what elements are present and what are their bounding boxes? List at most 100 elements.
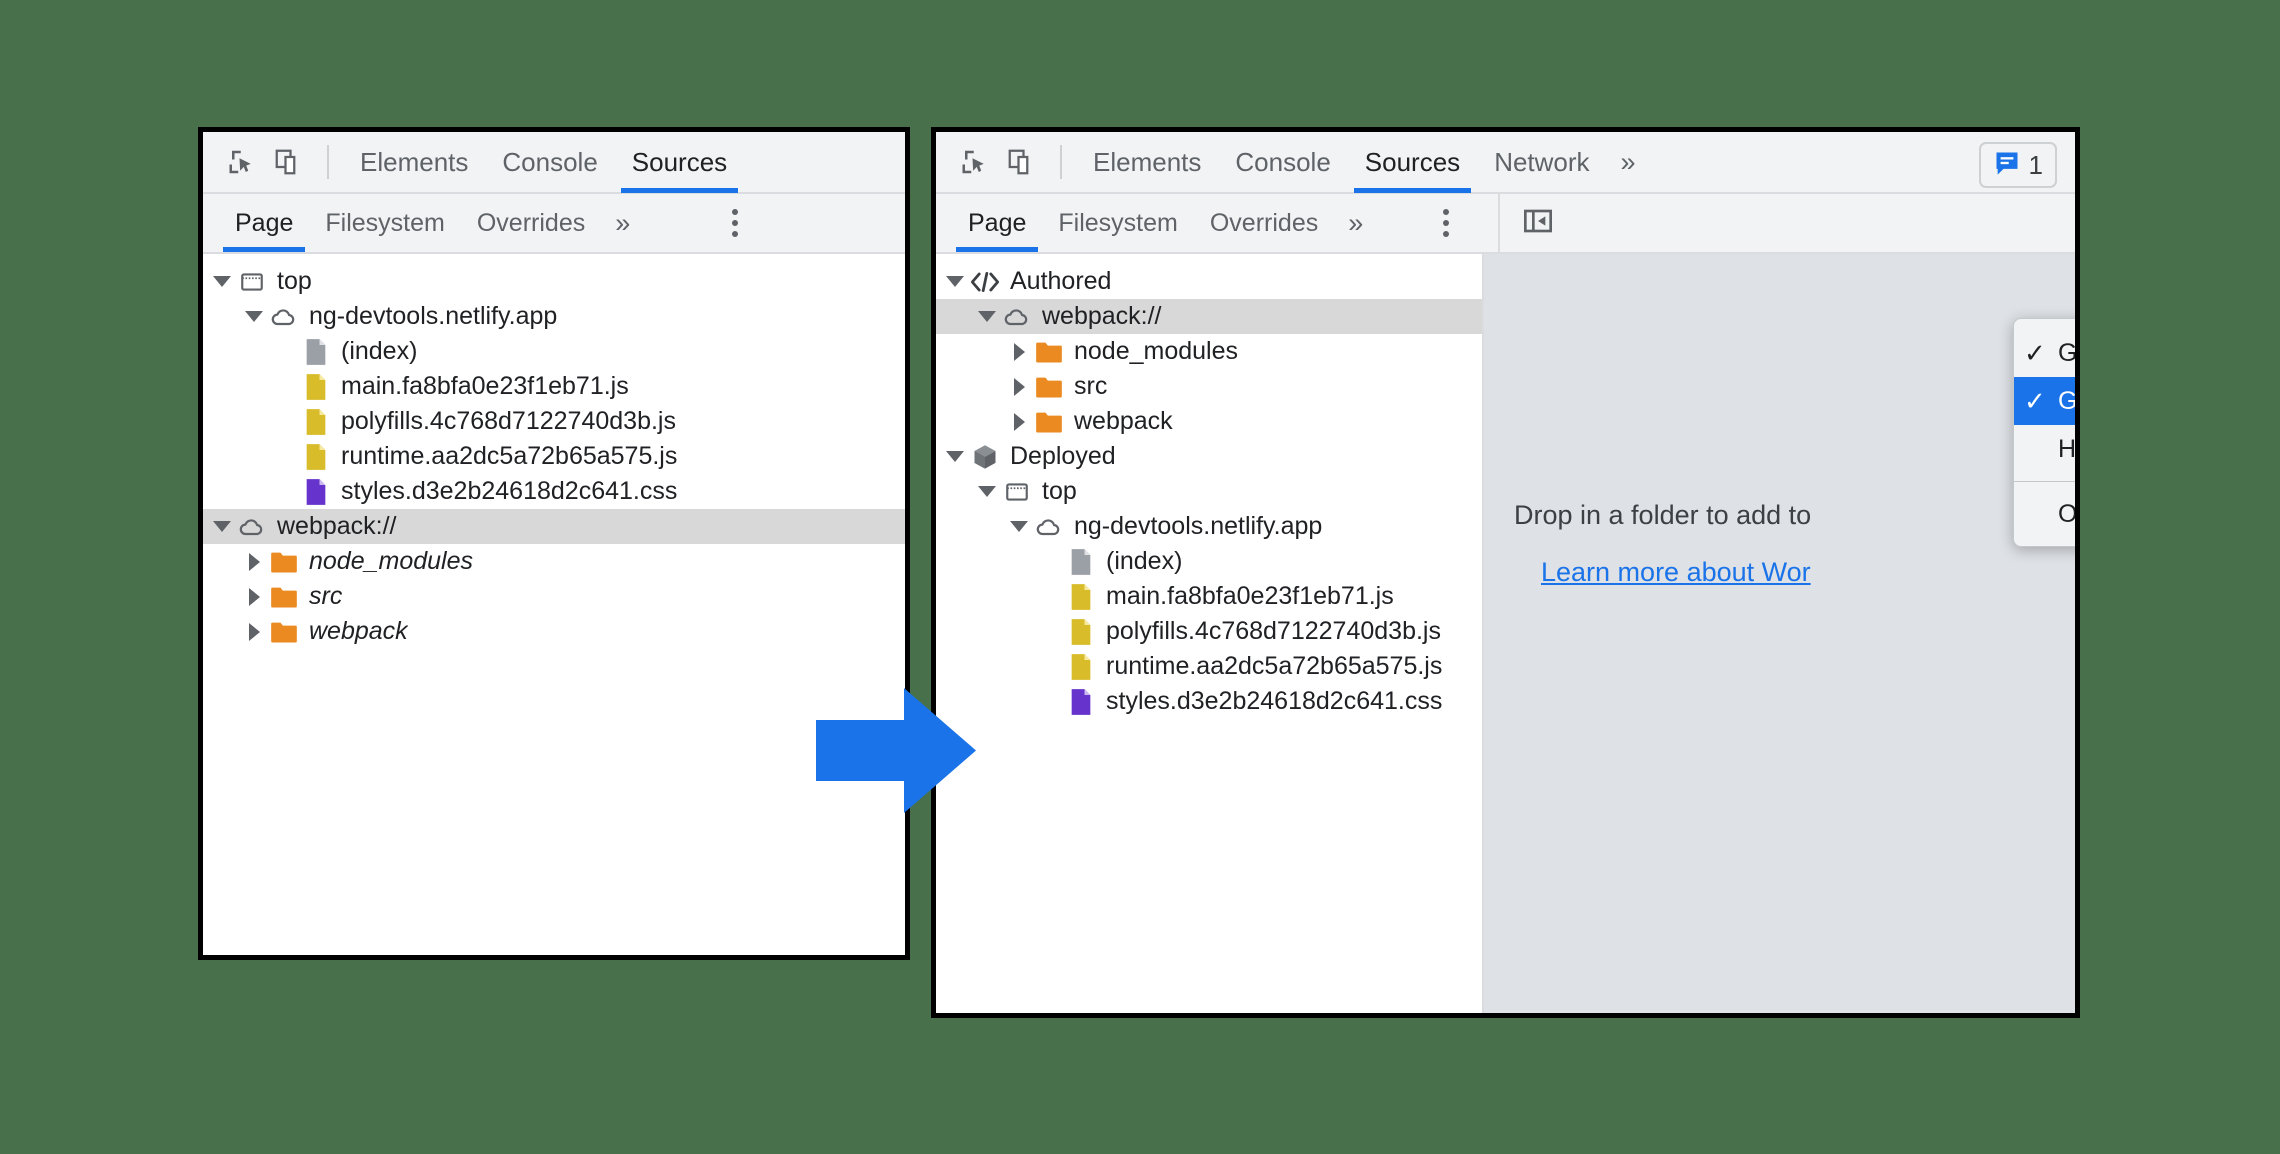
code-brackets-icon — [968, 269, 1002, 295]
chevron-right-icon[interactable] — [1006, 377, 1032, 396]
tab-console[interactable]: Console — [485, 132, 614, 193]
tree-row[interactable]: main.fa8bfa0e23f1eb71.js — [203, 369, 905, 404]
menu-item-label: Group by Authored/Deployed — [2058, 386, 2078, 415]
tab-network[interactable]: Network — [1477, 132, 1606, 193]
tree-row[interactable]: main.fa8bfa0e23f1eb71.js — [936, 579, 1482, 614]
tree-row[interactable]: Deployed — [936, 439, 1482, 474]
more-subtabs-icon[interactable]: » — [1334, 208, 1374, 239]
folder-icon — [1032, 340, 1066, 364]
tree-label: main.fa8bfa0e23f1eb71.js — [1106, 582, 1394, 610]
tree-row[interactable]: runtime.aa2dc5a72b65a575.js — [203, 439, 905, 474]
js-file-icon — [1064, 653, 1098, 681]
tree-row[interactable]: (index) — [203, 334, 905, 369]
tree-row[interactable]: styles.d3e2b24618d2c641.css — [203, 474, 905, 509]
menu-item-open-file[interactable]: Open file ⌘ P — [2014, 490, 2078, 538]
menu-item-hide-ignore-listed-sources[interactable]: Hide ignore-listed sources — [2014, 425, 2080, 473]
more-options-icon[interactable] — [711, 209, 759, 237]
inspect-element-icon[interactable] — [221, 141, 263, 183]
tab-sources[interactable]: Sources — [1348, 132, 1477, 193]
message-count: 1 — [2028, 149, 2043, 180]
more-subtabs-icon[interactable]: » — [601, 208, 641, 239]
chevron-down-icon[interactable] — [241, 311, 267, 322]
subtab-page[interactable]: Page — [952, 194, 1042, 252]
tree-row[interactable]: (index) — [936, 544, 1482, 579]
tree-row[interactable]: top — [203, 264, 905, 299]
inspect-element-icon[interactable] — [954, 141, 996, 183]
tree-row[interactable]: src — [203, 579, 905, 614]
tree-label: src — [1074, 372, 1108, 400]
console-message-icon — [1993, 149, 2021, 182]
tree-row[interactable]: src — [936, 369, 1482, 404]
tree-row[interactable]: webpack — [936, 404, 1482, 439]
tree-row[interactable]: ng-devtools.netlify.app — [936, 509, 1482, 544]
subtab-filesystem[interactable]: Filesystem — [1042, 194, 1193, 252]
tree-label: runtime.aa2dc5a72b65a575.js — [1106, 652, 1443, 680]
chevron-right-icon[interactable] — [241, 587, 267, 606]
chevron-down-icon[interactable] — [209, 276, 235, 287]
chevron-right-icon[interactable] — [241, 622, 267, 641]
transition-arrow — [816, 688, 976, 813]
frame-icon — [235, 269, 269, 295]
tree-label: webpack — [309, 617, 408, 645]
tree-label: ng-devtools.netlify.app — [309, 302, 558, 330]
tree-row[interactable]: polyfills.4c768d7122740d3b.js — [203, 404, 905, 439]
device-toolbar-icon[interactable] — [267, 141, 309, 183]
subtab-page[interactable]: Page — [219, 194, 309, 252]
tab-console[interactable]: Console — [1218, 132, 1347, 193]
collapse-sidebar-icon[interactable] — [1522, 205, 1554, 242]
tab-sources[interactable]: Sources — [615, 132, 744, 193]
tree-row[interactable]: ng-devtools.netlify.app — [203, 299, 905, 334]
chevron-right-icon[interactable] — [1006, 342, 1032, 361]
tree-row[interactable]: node_modules — [936, 334, 1482, 369]
folder-icon — [267, 550, 301, 574]
tab-elements[interactable]: Elements — [1076, 132, 1218, 193]
navigator-tree-before: top ng-devtools.netlify.app (index) main… — [203, 254, 905, 955]
more-options-icon[interactable] — [1422, 209, 1470, 237]
subtab-overrides[interactable]: Overrides — [1194, 194, 1334, 252]
subtab-filesystem[interactable]: Filesystem — [309, 194, 460, 252]
tree-row[interactable]: Authored — [936, 264, 1482, 299]
panel-body: top ng-devtools.netlify.app (index) main… — [203, 254, 905, 955]
cloud-icon — [235, 513, 269, 541]
more-tabs-icon[interactable]: » — [1607, 147, 1647, 178]
cube-icon — [968, 443, 1002, 471]
js-file-icon — [299, 373, 333, 401]
tree-row-selected[interactable]: webpack:// — [936, 299, 1482, 334]
frame-icon — [1000, 479, 1034, 505]
tab-elements[interactable]: Elements — [343, 132, 485, 193]
toolbar-divider — [327, 145, 329, 179]
menu-item-group-by-authored-deployed[interactable]: ✓ Group by Authored/Deployed — [2014, 377, 2078, 425]
tree-row[interactable]: styles.d3e2b24618d2c641.css — [936, 684, 1482, 719]
document-icon — [299, 338, 333, 366]
subtab-overrides[interactable]: Overrides — [461, 194, 601, 252]
menu-item-label: Open file — [2058, 499, 2078, 528]
workspace-learn-more-link[interactable]: Learn more about Wor — [1541, 557, 1811, 588]
navigator-toolbar: Page Filesystem Overrides » — [203, 194, 905, 254]
chevron-down-icon[interactable] — [974, 486, 1000, 497]
tree-row[interactable]: webpack — [203, 614, 905, 649]
tree-row[interactable]: top — [936, 474, 1482, 509]
chevron-down-icon[interactable] — [942, 451, 968, 462]
chevron-down-icon[interactable] — [974, 311, 1000, 322]
menu-item-label: Hide ignore-listed sources — [2058, 434, 2080, 463]
tree-label: webpack — [1074, 407, 1173, 435]
tree-label: webpack:// — [1042, 302, 1162, 330]
chevron-down-icon[interactable] — [1006, 521, 1032, 532]
tree-row[interactable]: polyfills.4c768d7122740d3b.js — [936, 614, 1482, 649]
console-message-badge[interactable]: 1 — [1978, 142, 2057, 188]
chevron-down-icon[interactable] — [209, 521, 235, 532]
tree-label: Authored — [1010, 267, 1112, 295]
chevron-right-icon[interactable] — [241, 552, 267, 571]
tree-row[interactable]: node_modules — [203, 544, 905, 579]
menu-item-label: Group by folder — [2058, 338, 2078, 367]
menu-separator — [2014, 481, 2075, 482]
chevron-down-icon[interactable] — [942, 276, 968, 287]
tree-row[interactable]: runtime.aa2dc5a72b65a575.js — [936, 649, 1482, 684]
tree-row-selected[interactable]: webpack:// — [203, 509, 905, 544]
chevron-right-icon[interactable] — [1006, 412, 1032, 431]
menu-item-group-by-folder[interactable]: ✓ Group by folder — [2014, 329, 2078, 377]
device-toolbar-icon[interactable] — [1000, 141, 1042, 183]
cloud-icon — [1032, 513, 1066, 541]
grouping-context-menu: ✓ Group by folder ✓ Group by Authored/De… — [2013, 318, 2080, 547]
cloud-icon — [267, 303, 301, 331]
